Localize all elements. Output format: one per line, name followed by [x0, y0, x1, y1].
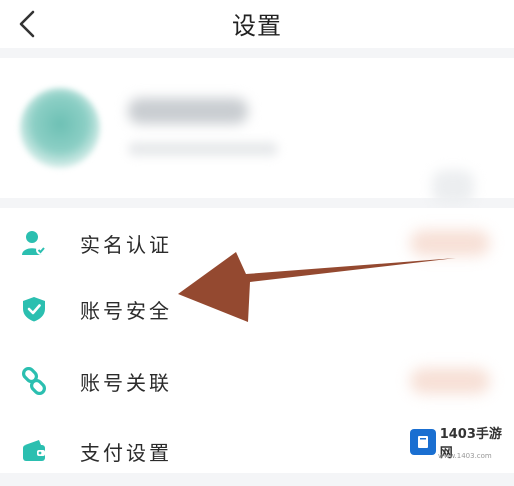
link-chain-icon [20, 367, 48, 395]
blurred-profile-action [432, 170, 474, 204]
avatar [20, 88, 100, 168]
menu-item-real-name-auth[interactable]: 实名认证 [0, 208, 514, 278]
menu-item-label: 实名认证 [80, 232, 172, 257]
menu-item-label: 支付设置 [80, 440, 172, 465]
top-bar: 设置 [0, 0, 514, 48]
blurred-user-info [128, 142, 278, 156]
page-title: 设置 [232, 12, 282, 40]
watermark-subtext: www.1403.com [438, 452, 492, 460]
menu-item-label: 账号关联 [80, 370, 172, 395]
blurred-status [410, 368, 490, 394]
wallet-icon [20, 437, 48, 465]
profile-card[interactable] [0, 58, 514, 204]
blurred-status [410, 230, 490, 256]
id-user-icon [20, 229, 48, 257]
blurred-username [128, 98, 248, 124]
menu-item-label: 账号安全 [80, 298, 172, 323]
watermark-logo-icon [410, 429, 436, 455]
menu-item-account-security[interactable]: 账号安全 [0, 274, 514, 344]
shield-check-icon [20, 295, 48, 323]
menu-item-account-link[interactable]: 账号关联 [0, 346, 514, 416]
